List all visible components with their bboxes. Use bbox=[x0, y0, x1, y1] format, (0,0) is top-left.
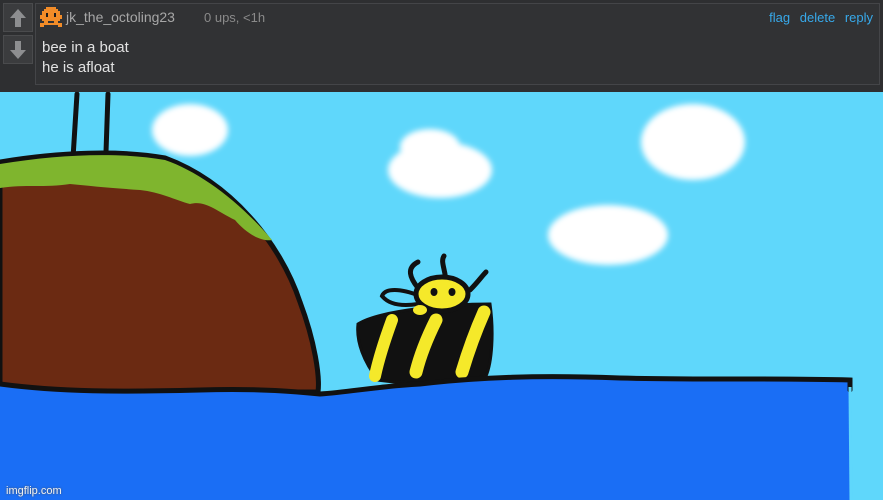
vote-controls bbox=[3, 3, 33, 65]
upvote-button[interactable] bbox=[3, 3, 33, 32]
up-arrow-icon bbox=[10, 8, 26, 27]
downvote-button[interactable] bbox=[3, 35, 33, 64]
pixel-octoling-icon[interactable] bbox=[40, 7, 62, 29]
water bbox=[0, 374, 853, 500]
watermark: imgflip.com bbox=[6, 485, 62, 497]
flag-link[interactable]: flag bbox=[769, 10, 790, 25]
comment-meta: 0 ups, <1h bbox=[204, 10, 266, 25]
comment-text-line: he is afloat bbox=[42, 59, 115, 76]
comment-text: bee in a boat he is afloat bbox=[42, 38, 129, 78]
down-arrow-icon bbox=[10, 40, 26, 59]
reply-link[interactable]: reply bbox=[845, 10, 873, 25]
comment-image[interactable] bbox=[0, 92, 883, 500]
comment-username[interactable]: jk_the_octoling23 bbox=[66, 9, 175, 25]
delete-link[interactable]: delete bbox=[800, 10, 835, 25]
comment-text-line: bee in a boat bbox=[42, 39, 129, 56]
comment-actions: flag delete reply bbox=[763, 10, 873, 25]
comment-bar: jk_the_octoling23 0 ups, <1h flag delete… bbox=[0, 0, 883, 92]
comment: jk_the_octoling23 0 ups, <1h flag delete… bbox=[35, 3, 880, 85]
